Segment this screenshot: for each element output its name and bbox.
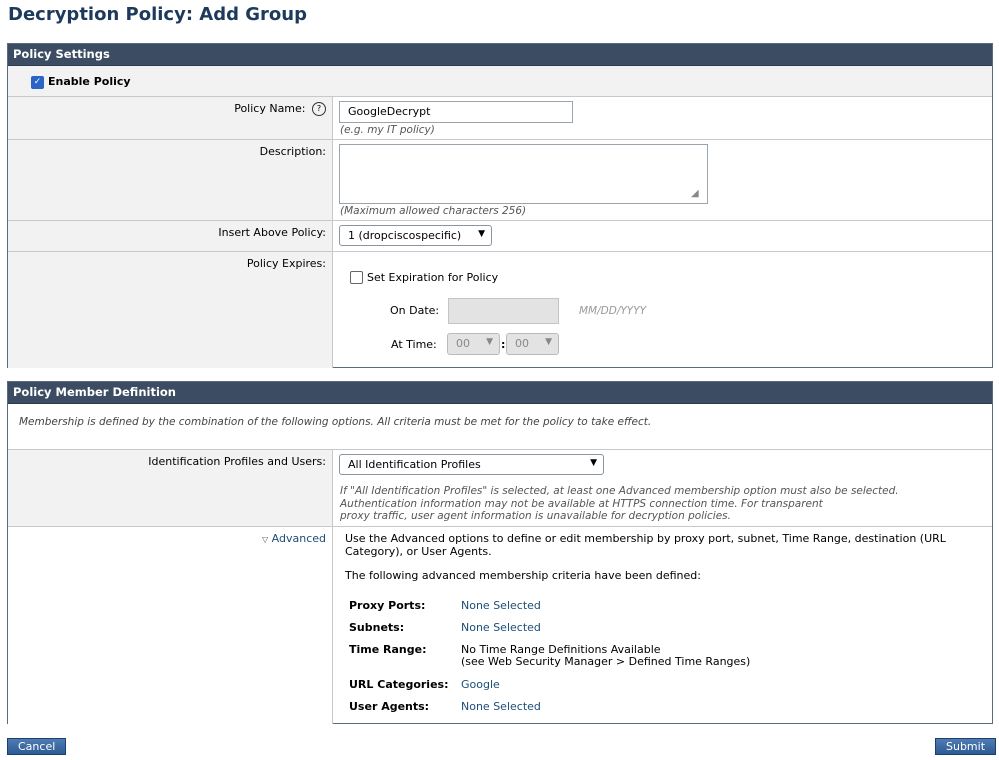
id-profiles-note-3: proxy traffic, user agent information is… <box>340 510 731 522</box>
submit-button[interactable]: Submit <box>935 738 997 755</box>
subnets-link[interactable]: None Selected <box>461 621 541 634</box>
date-format-hint: MM/DD/YYYY <box>579 305 647 317</box>
chevron-down-icon: ▼ <box>486 337 493 347</box>
policy-name-input[interactable]: GoogleDecrypt <box>339 101 573 123</box>
criteria-table: Proxy Ports: None Selected Subnets: None… <box>347 600 750 723</box>
chevron-down-icon: ▼ <box>590 458 597 468</box>
policy-expires-row: Policy Expires: Set Expiration for Polic… <box>8 252 992 368</box>
id-profiles-note-2: Authentication information may not be av… <box>340 497 823 510</box>
policy-name-label: Policy Name: <box>234 102 306 115</box>
time-range-note: (see Web Security Manager > Defined Time… <box>461 655 751 668</box>
criteria-intro: The following advanced membership criter… <box>345 569 701 582</box>
url-categories-link[interactable]: Google <box>461 678 500 691</box>
minute-value: 00 <box>515 337 529 350</box>
membership-intro: Membership is defined by the combination… <box>19 416 652 428</box>
enable-policy-label: Enable Policy <box>48 75 131 88</box>
advanced-toggle[interactable]: ▽ Advanced <box>262 532 326 545</box>
user-agents-link[interactable]: None Selected <box>461 700 541 713</box>
proxy-ports-link[interactable]: None Selected <box>461 599 541 612</box>
insert-above-label: Insert Above Policy: <box>218 226 326 239</box>
advanced-label: Advanced <box>271 532 326 545</box>
cancel-button[interactable]: Cancel <box>7 738 67 755</box>
member-definition-panel: Policy Member Definition Membership is d… <box>7 381 993 724</box>
time-separator: : <box>501 338 506 351</box>
id-profiles-label: Identification Profiles and Users: <box>148 455 326 468</box>
policy-expires-label: Policy Expires: <box>246 257 326 270</box>
help-icon[interactable]: ? <box>312 102 326 116</box>
set-expiration-label: Set Expiration for Policy <box>367 271 499 284</box>
intro-row: Membership is defined by the combination… <box>8 404 992 450</box>
criteria-row: Time Range: No Time Range Definitions Av… <box>349 643 751 668</box>
minute-select[interactable]: 00 ▼ <box>506 333 559 355</box>
insert-above-row: Insert Above Policy: 1 (dropciscospecifi… <box>8 221 992 252</box>
triangle-down-icon: ▽ <box>262 535 269 544</box>
member-definition-header: Policy Member Definition <box>8 382 992 404</box>
at-time-label: At Time: <box>391 338 437 351</box>
hour-value: 00 <box>456 337 470 350</box>
policy-settings-panel: Policy Settings ✓ Enable Policy Policy N… <box>7 43 993 368</box>
set-expiration-checkbox[interactable] <box>350 271 363 284</box>
policy-settings-header: Policy Settings <box>8 44 992 66</box>
description-label: Description: <box>259 145 326 158</box>
hour-select[interactable]: 00 ▼ <box>447 333 500 355</box>
insert-above-select[interactable]: 1 (dropciscospecific) ▼ <box>339 225 492 246</box>
description-textarea[interactable] <box>339 144 708 204</box>
page-title: Decryption Policy: Add Group <box>8 4 307 25</box>
criteria-row: User Agents: None Selected <box>349 700 541 713</box>
enable-policy-checkbox[interactable]: ✓ <box>31 76 44 89</box>
id-profiles-select[interactable]: All Identification Profiles ▼ <box>339 454 604 475</box>
criteria-row: Subnets: None Selected <box>349 621 541 634</box>
policy-name-row: Policy Name: ? GoogleDecrypt (e.g. my IT… <box>8 97 992 140</box>
criteria-row: URL Categories: Google <box>349 678 500 691</box>
id-profiles-row: Identification Profiles and Users: All I… <box>8 450 992 527</box>
enable-policy-row: ✓ Enable Policy <box>8 66 992 97</box>
description-hint: (Maximum allowed characters 256) <box>340 205 527 217</box>
advanced-row: ▽ Advanced Use the Advanced options to d… <box>8 527 992 724</box>
policy-name-hint: (e.g. my IT policy) <box>340 124 435 136</box>
resize-handle-icon: ◢ <box>691 188 699 199</box>
chevron-down-icon: ▼ <box>545 337 552 347</box>
criteria-row: Proxy Ports: None Selected <box>349 599 541 612</box>
chevron-down-icon: ▼ <box>478 229 485 239</box>
on-date-label: On Date: <box>390 304 440 317</box>
id-profiles-note-1: If "All Identification Profiles" is sele… <box>340 485 899 497</box>
on-date-input[interactable] <box>448 298 559 324</box>
description-row: Description: ◢ (Maximum allowed characte… <box>8 140 992 221</box>
advanced-description: Use the Advanced options to define or ed… <box>345 532 946 558</box>
insert-above-value: 1 (dropciscospecific) <box>348 229 462 242</box>
id-profiles-value: All Identification Profiles <box>348 458 481 471</box>
